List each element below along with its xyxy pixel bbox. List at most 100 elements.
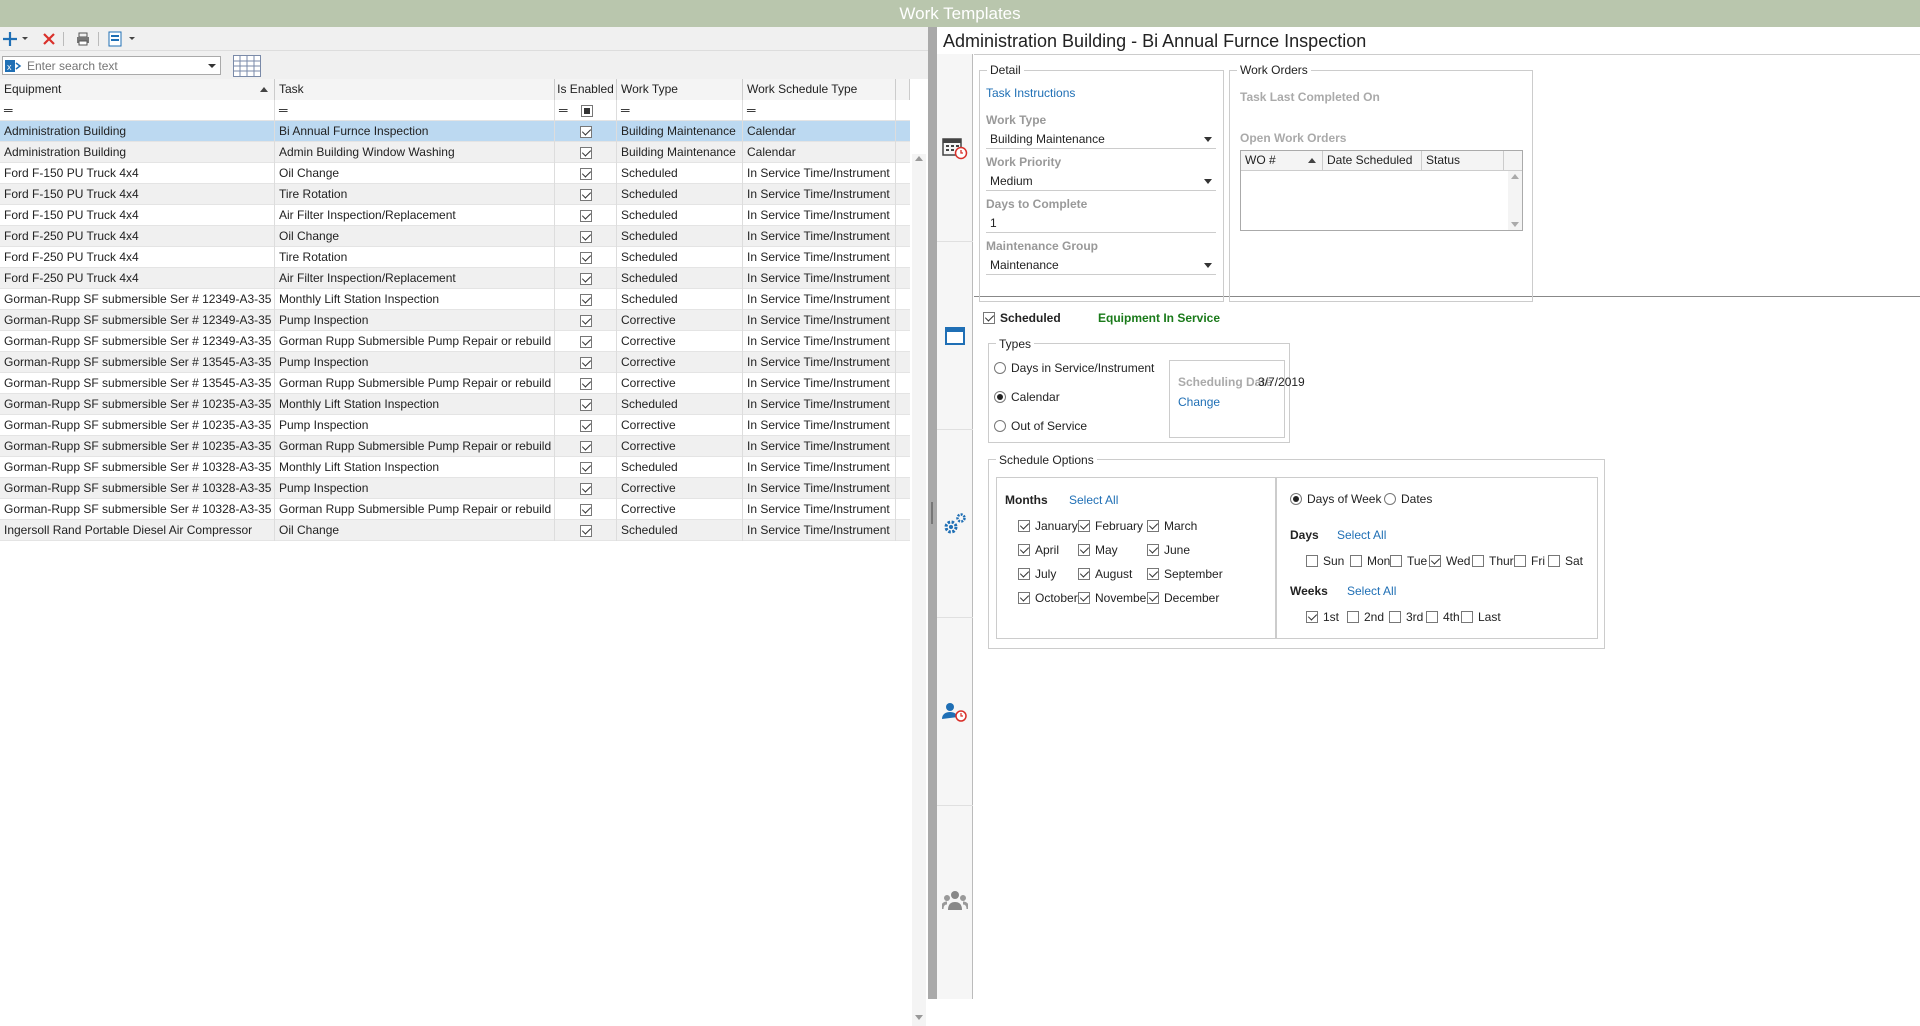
- column-header-task[interactable]: Task: [275, 79, 555, 100]
- month-checkbox-november[interactable]: November: [1078, 591, 1150, 605]
- filter-work-type[interactable]: ═: [617, 100, 743, 121]
- is-enabled-checkbox[interactable]: [579, 209, 592, 222]
- day-checkbox-mon[interactable]: Mon: [1350, 554, 1390, 568]
- is-enabled-checkbox[interactable]: [579, 125, 592, 138]
- is-enabled-checkbox[interactable]: [579, 188, 592, 201]
- export-button[interactable]: [106, 30, 140, 48]
- days-select-all-link[interactable]: Select All: [1337, 528, 1386, 542]
- filter-is-enabled[interactable]: ═: [555, 100, 617, 121]
- is-enabled-checkbox[interactable]: [579, 272, 592, 285]
- is-enabled-checkbox[interactable]: [579, 461, 592, 474]
- sidebar-window-button[interactable]: [937, 242, 973, 430]
- week-checkbox-1st[interactable]: 1st: [1306, 610, 1339, 624]
- is-enabled-checkbox[interactable]: [579, 167, 592, 180]
- months-select-all-link[interactable]: Select All: [1069, 493, 1118, 507]
- column-header-work-type[interactable]: Work Type: [617, 79, 743, 100]
- work-priority-select[interactable]: Medium: [986, 172, 1216, 191]
- table-row[interactable]: Gorman-Rupp SF submersible Ser # 12349-A…: [0, 289, 910, 310]
- day-checkbox-thur[interactable]: Thur: [1472, 554, 1514, 568]
- table-row[interactable]: Gorman-Rupp SF submersible Ser # 12349-A…: [0, 331, 910, 352]
- filter-equipment[interactable]: ═: [0, 100, 275, 121]
- days-to-complete-input[interactable]: 1: [986, 214, 1216, 233]
- table-row[interactable]: Ford F-150 PU Truck 4x4 Air Filter Inspec…: [0, 205, 910, 226]
- table-row[interactable]: Ford F-250 PU Truck 4x4 Oil Change Schedul…: [0, 226, 910, 247]
- table-row[interactable]: Administration Building Bi Annual Furnce …: [0, 121, 910, 142]
- grid-scrollbar[interactable]: [912, 154, 926, 1026]
- is-enabled-checkbox[interactable]: [579, 230, 592, 243]
- table-row[interactable]: Gorman-Rupp SF submersible Ser # 13545-A…: [0, 373, 910, 394]
- delete-button[interactable]: [41, 30, 57, 48]
- is-enabled-checkbox[interactable]: [579, 482, 592, 495]
- search-box[interactable]: x: [2, 56, 221, 75]
- table-row[interactable]: Gorman-Rupp SF submersible Ser # 12349-A…: [0, 310, 910, 331]
- sidebar-team-button[interactable]: [937, 806, 973, 994]
- week-checkbox-3rd[interactable]: 3rd: [1389, 610, 1423, 624]
- task-instructions-link[interactable]: Task Instructions: [986, 86, 1075, 100]
- scheduled-checkbox[interactable]: Scheduled: [983, 311, 1061, 325]
- table-row[interactable]: Ford F-250 PU Truck 4x4 Air Filter Inspec…: [0, 268, 910, 289]
- column-chooser-button[interactable]: [233, 55, 261, 80]
- is-enabled-checkbox[interactable]: [579, 377, 592, 390]
- table-row[interactable]: Ingersoll Rand Portable Diesel Air Compr…: [0, 520, 910, 541]
- chevron-down-icon[interactable]: [207, 61, 217, 71]
- print-button[interactable]: [74, 30, 92, 48]
- month-checkbox-march[interactable]: March: [1147, 519, 1197, 533]
- filter-work-schedule-type[interactable]: ═: [743, 100, 896, 121]
- maintenance-group-select[interactable]: Maintenance: [986, 256, 1216, 275]
- change-date-link[interactable]: Change: [1178, 395, 1220, 409]
- is-enabled-checkbox[interactable]: [579, 503, 592, 516]
- type-calendar-radio[interactable]: Calendar: [994, 390, 1060, 404]
- is-enabled-checkbox[interactable]: [579, 293, 592, 306]
- sidebar-assignee-button[interactable]: [937, 618, 973, 806]
- table-row[interactable]: Gorman-Rupp SF submersible Ser # 10328-A…: [0, 478, 910, 499]
- day-checkbox-sun[interactable]: Sun: [1306, 554, 1344, 568]
- is-enabled-checkbox[interactable]: [579, 251, 592, 264]
- table-row[interactable]: Gorman-Rupp SF submersible Ser # 10235-A…: [0, 415, 910, 436]
- month-checkbox-may[interactable]: May: [1078, 543, 1118, 557]
- month-checkbox-june[interactable]: June: [1147, 543, 1190, 557]
- type-days-in-service-radio[interactable]: Days in Service/Instrument: [994, 361, 1154, 375]
- column-header-is-enabled[interactable]: Is Enabled: [555, 79, 617, 100]
- is-enabled-checkbox[interactable]: [579, 356, 592, 369]
- day-checkbox-tue[interactable]: Tue: [1390, 554, 1427, 568]
- is-enabled-checkbox[interactable]: [579, 146, 592, 159]
- month-checkbox-december[interactable]: December: [1147, 591, 1219, 605]
- month-checkbox-july[interactable]: July: [1018, 567, 1056, 581]
- is-enabled-checkbox[interactable]: [579, 335, 592, 348]
- table-row[interactable]: Gorman-Rupp SF submersible Ser # 10328-A…: [0, 499, 910, 520]
- column-header-date-scheduled[interactable]: Date Scheduled: [1323, 151, 1422, 170]
- table-row[interactable]: Administration Building Admin Building Wi…: [0, 142, 910, 163]
- pane-splitter[interactable]: [928, 27, 937, 999]
- column-header-equipment[interactable]: Equipment: [0, 79, 275, 100]
- month-checkbox-january[interactable]: January: [1018, 519, 1078, 533]
- table-row[interactable]: Gorman-Rupp SF submersible Ser # 10235-A…: [0, 436, 910, 457]
- table-row[interactable]: Ford F-250 PU Truck 4x4 Tire Rotation Sche…: [0, 247, 910, 268]
- week-checkbox-4th[interactable]: 4th: [1426, 610, 1460, 624]
- is-enabled-checkbox[interactable]: [579, 524, 592, 537]
- table-row[interactable]: Ford F-150 PU Truck 4x4 Oil Change Schedul…: [0, 163, 910, 184]
- column-header-work-schedule-type[interactable]: Work Schedule Type: [743, 79, 896, 100]
- is-enabled-checkbox[interactable]: [579, 314, 592, 327]
- is-enabled-checkbox[interactable]: [579, 440, 592, 453]
- work-type-select[interactable]: Building Maintenance: [986, 130, 1216, 149]
- table-row[interactable]: Ford F-150 PU Truck 4x4 Tire Rotation Sche…: [0, 184, 910, 205]
- month-checkbox-october[interactable]: October: [1018, 591, 1078, 605]
- week-checkbox-2nd[interactable]: 2nd: [1347, 610, 1384, 624]
- day-checkbox-sat[interactable]: Sat: [1548, 554, 1583, 568]
- mode-days-of-week-radio[interactable]: Days of Week: [1290, 492, 1381, 506]
- week-checkbox-last[interactable]: Last: [1461, 610, 1501, 624]
- column-header-status[interactable]: Status: [1422, 151, 1504, 170]
- table-row[interactable]: Gorman-Rupp SF submersible Ser # 10235-A…: [0, 394, 910, 415]
- month-checkbox-september[interactable]: September: [1147, 567, 1223, 581]
- month-checkbox-august[interactable]: August: [1078, 567, 1132, 581]
- day-checkbox-wed[interactable]: Wed: [1429, 554, 1470, 568]
- month-checkbox-april[interactable]: April: [1018, 543, 1059, 557]
- column-header-wo[interactable]: WO #: [1241, 151, 1323, 170]
- table-row[interactable]: Gorman-Rupp SF submersible Ser # 10328-A…: [0, 457, 910, 478]
- search-input[interactable]: [27, 57, 207, 74]
- filter-task[interactable]: ═: [275, 100, 555, 121]
- sidebar-schedule-button[interactable]: [937, 54, 973, 242]
- weeks-select-all-link[interactable]: Select All: [1347, 584, 1396, 598]
- work-orders-scrollbar[interactable]: [1508, 171, 1522, 230]
- is-enabled-checkbox[interactable]: [579, 419, 592, 432]
